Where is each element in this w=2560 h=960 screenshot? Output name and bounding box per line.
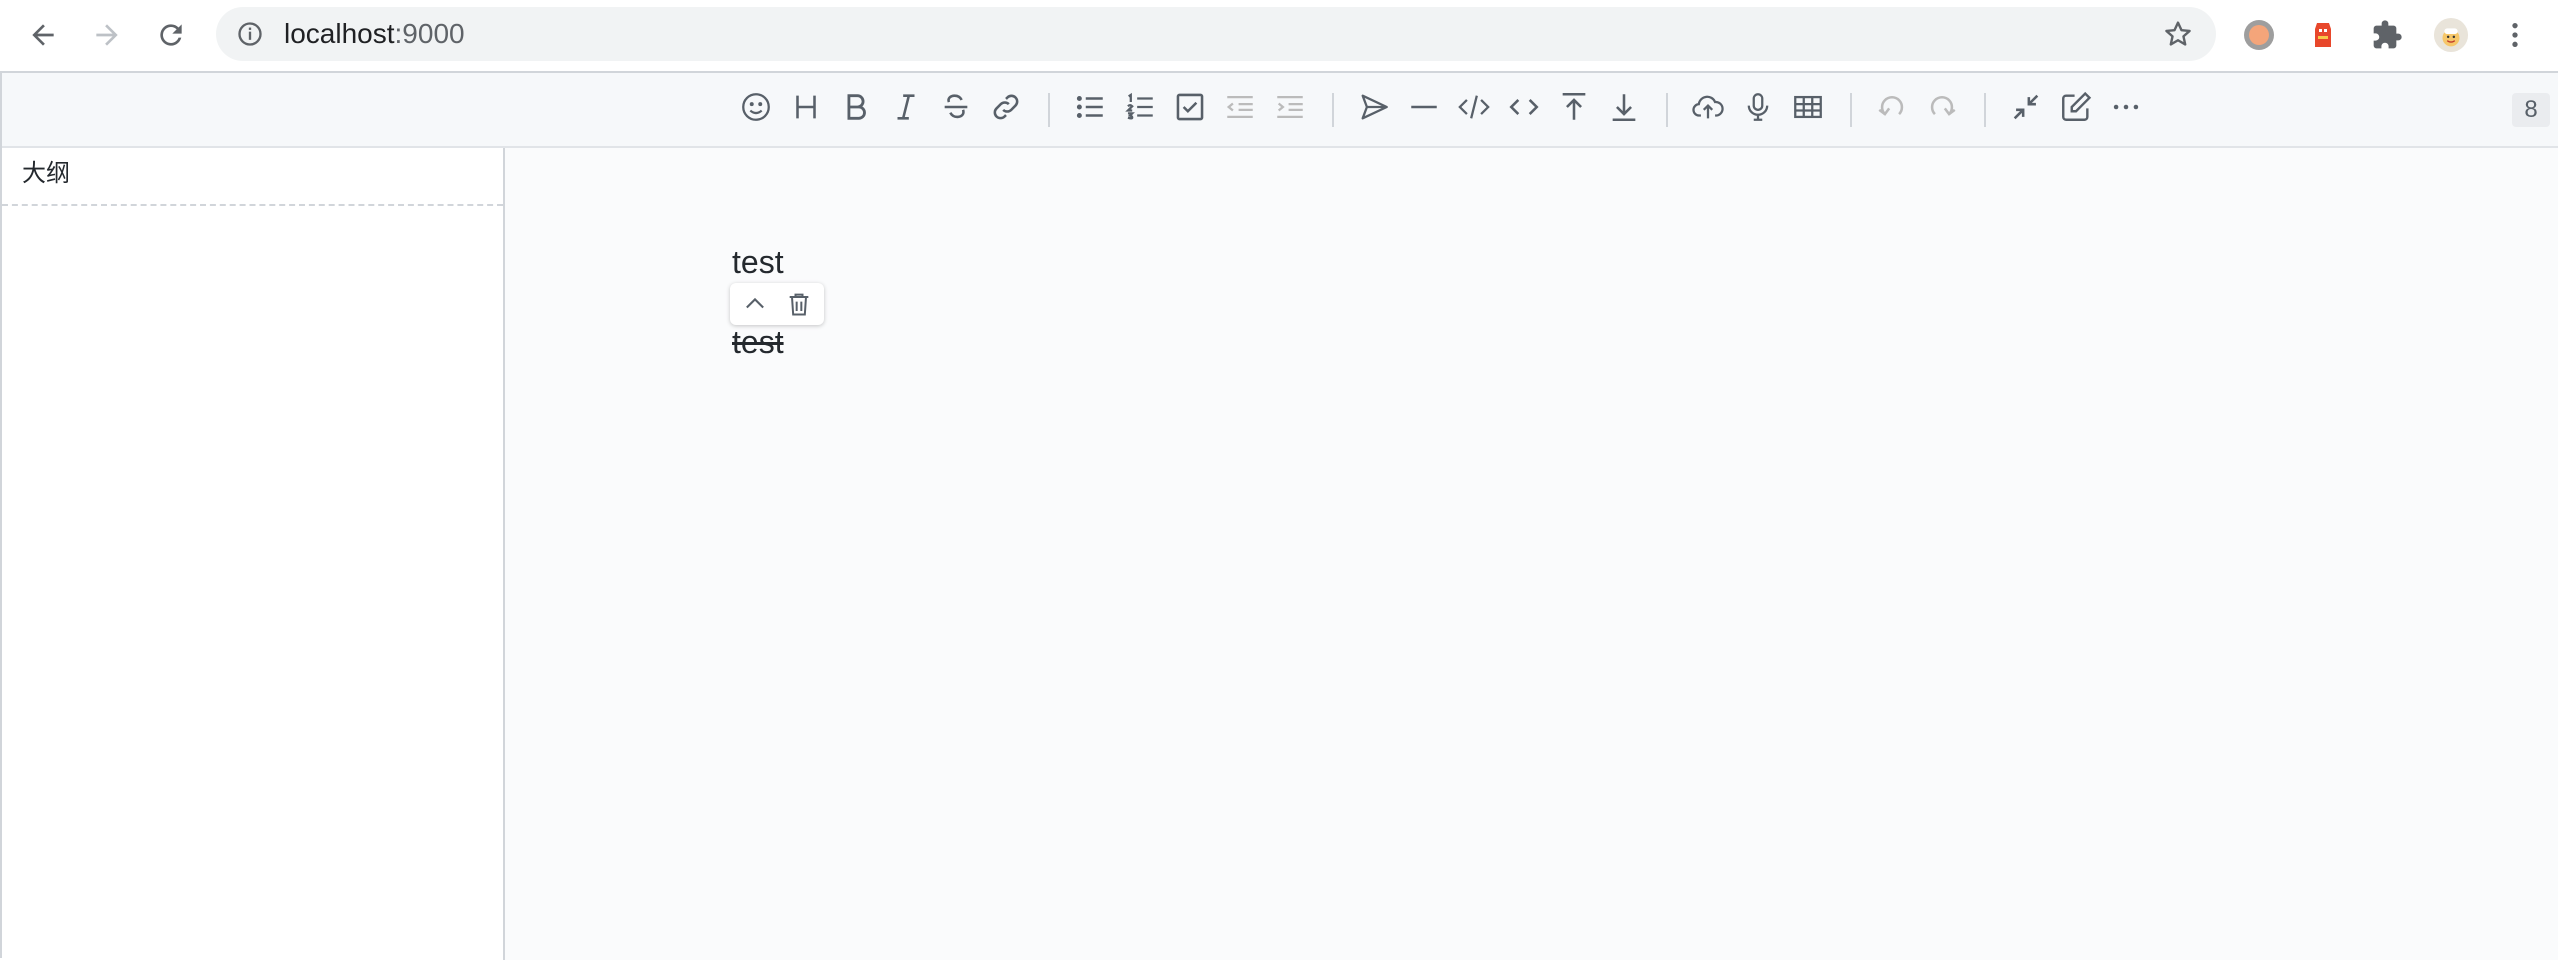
edit-mode-icon[interactable] bbox=[2056, 87, 2096, 127]
address-bar[interactable]: localhost:9000 bbox=[216, 7, 2216, 61]
url-host: localhost bbox=[284, 18, 395, 49]
toolbar-divider bbox=[1332, 93, 1334, 127]
outline-panel: 大纲 bbox=[2, 148, 505, 960]
editor-toolbar: 8 bbox=[2, 73, 2558, 148]
indent-icon bbox=[1270, 87, 1310, 127]
bold-icon[interactable] bbox=[836, 87, 876, 127]
paragraph-strikethrough[interactable]: test bbox=[732, 322, 784, 362]
unordered-list-icon[interactable] bbox=[1070, 87, 1110, 127]
emoji-icon[interactable] bbox=[736, 87, 776, 127]
delete-icon[interactable] bbox=[783, 288, 815, 320]
toolbar-divider bbox=[1984, 93, 1986, 127]
redo-icon bbox=[1922, 87, 1962, 127]
undo-icon bbox=[1872, 87, 1912, 127]
back-arrow-icon[interactable] bbox=[24, 16, 62, 54]
move-up-icon[interactable] bbox=[739, 288, 771, 320]
table-icon[interactable] bbox=[1788, 87, 1828, 127]
toolbar-divider bbox=[1048, 93, 1050, 127]
forward-arrow-icon[interactable] bbox=[88, 16, 126, 54]
reload-icon[interactable] bbox=[152, 16, 190, 54]
insert-after-icon[interactable] bbox=[1604, 87, 1644, 127]
inline-code-icon[interactable] bbox=[1504, 87, 1544, 127]
block-popover bbox=[730, 283, 824, 325]
toolbar-divider bbox=[1850, 93, 1852, 127]
browser-toolbar: localhost:9000 bbox=[0, 0, 2560, 71]
check-list-icon[interactable] bbox=[1170, 87, 1210, 127]
record-icon[interactable] bbox=[1738, 87, 1778, 127]
markdown-editor: 8 大纲 test test bbox=[0, 71, 2558, 960]
outline-title: 大纲 bbox=[22, 160, 70, 187]
italic-icon[interactable] bbox=[886, 87, 926, 127]
toolbar-divider bbox=[1666, 93, 1668, 127]
strike-icon[interactable] bbox=[936, 87, 976, 127]
red-character-extension-icon[interactable] bbox=[2305, 17, 2341, 53]
outline-divider bbox=[2, 204, 503, 206]
orange-circle-extension-icon[interactable] bbox=[2241, 17, 2277, 53]
editor-content[interactable]: test test bbox=[505, 148, 2558, 960]
info-icon[interactable] bbox=[236, 20, 264, 48]
menu-kebab-icon[interactable] bbox=[2497, 17, 2533, 53]
star-icon[interactable] bbox=[2162, 18, 2194, 50]
upload-icon[interactable] bbox=[1688, 87, 1728, 127]
insert-before-icon[interactable] bbox=[1554, 87, 1594, 127]
paragraph[interactable]: test bbox=[732, 242, 784, 282]
link-icon[interactable] bbox=[986, 87, 1026, 127]
quote-send-icon[interactable] bbox=[1354, 87, 1394, 127]
outdent-icon bbox=[1220, 87, 1260, 127]
url-text: localhost:9000 bbox=[284, 19, 465, 49]
counter-badge: 8 bbox=[2512, 93, 2550, 127]
heading-icon[interactable] bbox=[786, 87, 826, 127]
ordered-list-icon[interactable] bbox=[1120, 87, 1160, 127]
puzzle-extensions-icon[interactable] bbox=[2369, 17, 2405, 53]
fullscreen-exit-icon[interactable] bbox=[2006, 87, 2046, 127]
url-port: :9000 bbox=[394, 18, 465, 49]
more-icon[interactable] bbox=[2106, 87, 2146, 127]
profile-avatar-icon[interactable] bbox=[2433, 17, 2469, 53]
code-block-icon[interactable] bbox=[1454, 87, 1494, 127]
horizontal-line-icon[interactable] bbox=[1404, 87, 1444, 127]
